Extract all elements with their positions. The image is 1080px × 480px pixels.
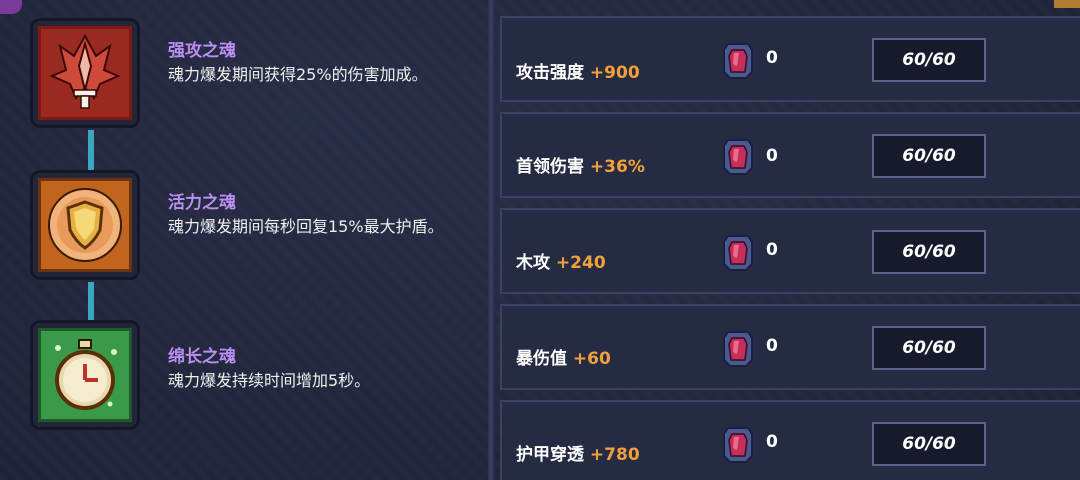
stat-bonus: +240 (555, 253, 606, 273)
gem-count: 0 (766, 240, 778, 260)
stat-label: 护甲穿透 +780 (516, 440, 640, 465)
red-sword-emblem-icon[interactable] (30, 18, 140, 128)
gem-count: 0 (766, 336, 778, 356)
stat-name: 木攻 (516, 253, 550, 273)
gem-count: 0 (766, 48, 778, 68)
stat-row[interactable]: 攻击强度 +900 0 60/60 (500, 16, 1080, 102)
level-indicator[interactable]: 60/60 (872, 326, 986, 370)
stat-bonus: +780 (589, 445, 640, 465)
soul-gem-icon (723, 331, 753, 367)
stat-name: 攻击强度 (516, 63, 584, 83)
soul-title: 强攻之魂 (168, 41, 236, 61)
soul-entry[interactable]: 强攻之魂 魂力爆发期间获得25%的伤害加成。 (0, 14, 480, 134)
soul-gem-icon (723, 43, 753, 79)
stat-bonus: +60 (572, 349, 611, 369)
gem-count: 0 (766, 432, 778, 452)
soul-title: 活力之魂 (168, 193, 236, 213)
stat-row[interactable]: 护甲穿透 +780 0 60/60 (500, 400, 1080, 480)
golden-shield-emblem-icon[interactable] (30, 170, 140, 280)
stat-label: 首领伤害 +36% (516, 152, 645, 177)
level-indicator[interactable]: 60/60 (872, 134, 986, 178)
soul-description: 魂力爆发期间获得25%的伤害加成。 (168, 65, 428, 84)
green-stopwatch-emblem-icon[interactable] (30, 320, 140, 430)
level-indicator[interactable]: 60/60 (872, 230, 986, 274)
stat-label: 木攻 +240 (516, 248, 606, 273)
soul-title: 绵长之魂 (168, 347, 236, 367)
stat-label: 暴伤值 +60 (516, 344, 611, 369)
level-indicator[interactable]: 60/60 (872, 38, 986, 82)
stat-row[interactable]: 木攻 +240 0 60/60 (500, 208, 1080, 294)
corner-ornament-right (1054, 0, 1080, 8)
soul-gem-icon (723, 427, 753, 463)
stat-bonus: +900 (589, 63, 640, 83)
gem-count: 0 (766, 146, 778, 166)
stat-row[interactable]: 首领伤害 +36% 0 60/60 (500, 112, 1080, 198)
stat-name: 护甲穿透 (516, 445, 584, 465)
level-indicator[interactable]: 60/60 (872, 422, 986, 466)
soul-entry[interactable]: 绵长之魂 魂力爆发持续时间增加5秒。 (0, 316, 480, 436)
stat-label: 攻击强度 +900 (516, 58, 640, 83)
stat-name: 首领伤害 (516, 157, 584, 177)
soul-gem-icon (723, 235, 753, 271)
stat-bonus: +36% (589, 157, 645, 177)
soul-gem-icon (723, 139, 753, 175)
soul-description: 魂力爆发持续时间增加5秒。 (168, 371, 371, 390)
soul-entry[interactable]: 活力之魂 魂力爆发期间每秒回复15%最大护盾。 (0, 166, 480, 286)
stat-name: 暴伤值 (516, 349, 567, 369)
soul-description: 魂力爆发期间每秒回复15%最大护盾。 (168, 217, 444, 236)
panel-divider (488, 0, 494, 480)
stat-row[interactable]: 暴伤值 +60 0 60/60 (500, 304, 1080, 390)
